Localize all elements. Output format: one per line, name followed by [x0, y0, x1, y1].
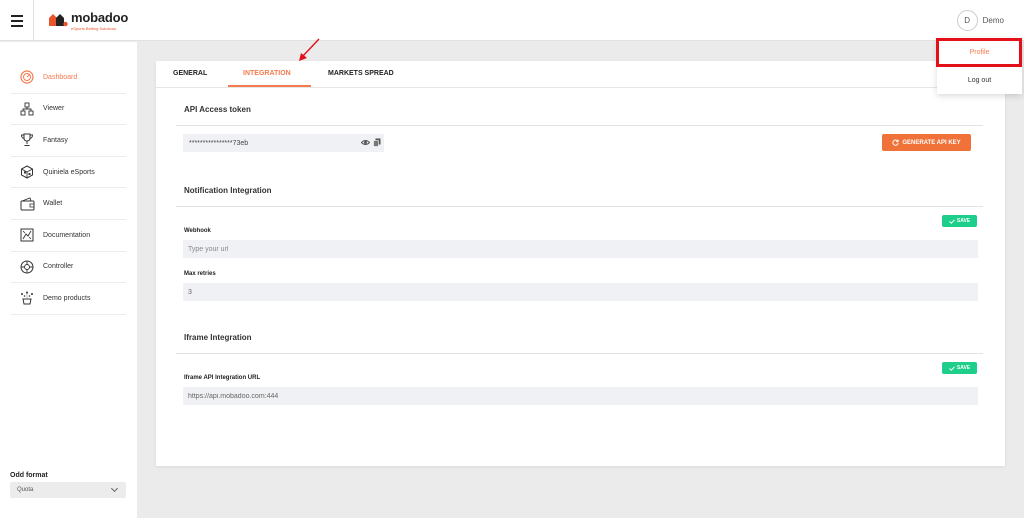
max-retries-label: Max retries	[184, 271, 216, 277]
active-tab-indicator	[228, 85, 311, 87]
user-dropdown-menu: Profile Log out	[937, 38, 1022, 94]
webhook-input[interactable]	[183, 240, 978, 258]
iframe-save-button[interactable]: SAVE	[942, 362, 977, 374]
tab-integration[interactable]: INTEGRATION	[243, 70, 291, 77]
user-name[interactable]: Demo	[983, 16, 1004, 25]
api-token-field[interactable]: ****************73eb	[183, 134, 384, 152]
user-menu[interactable]: D Demo	[956, 10, 1004, 31]
sidebar-item-documentation[interactable]: Documentation	[11, 220, 126, 252]
demo-products-icon	[19, 290, 35, 306]
odd-format-select[interactable]: Quota	[10, 482, 126, 498]
annotation-arrow-icon	[299, 38, 320, 61]
odd-format-label: Odd format	[10, 472, 48, 479]
check-icon	[949, 218, 955, 224]
sidebar: Dashboard Viewer Fantasy Quiniela eSport…	[0, 42, 137, 518]
sidebar-item-viewer[interactable]: Viewer	[11, 94, 126, 126]
sidebar-item-label: Controller	[43, 263, 74, 271]
divider	[176, 206, 983, 207]
save-label: SAVE	[956, 218, 971, 224]
hamburger-line	[10, 24, 23, 27]
iframe-url-label: Iframe API Integration URL	[184, 375, 261, 381]
sidebar-item-label: Dashboard	[43, 73, 78, 81]
sidebar-item-wallet[interactable]: Wallet	[11, 188, 126, 220]
max-retries-input[interactable]	[183, 283, 978, 301]
hamburger-line	[10, 14, 23, 17]
notification-save-button[interactable]: SAVE	[942, 215, 977, 227]
generate-api-key-button[interactable]: GENERATE API KEY	[882, 134, 971, 151]
refresh-icon	[892, 139, 899, 146]
check-icon	[949, 365, 955, 371]
eye-icon[interactable]	[361, 138, 370, 147]
top-header: mobadoo eSports Betting Solutions D Demo	[0, 0, 1024, 41]
sidebar-item-demo-products[interactable]: Demo products	[11, 283, 126, 315]
generate-api-key-label: GENERATE API KEY	[902, 139, 961, 146]
brand-logo[interactable]: mobadoo eSports Betting Solutions	[48, 11, 128, 31]
menu-toggle-button[interactable]	[0, 0, 34, 41]
sidebar-item-label: Quiniela eSports	[43, 168, 95, 176]
menu-item-logout[interactable]: Log out	[937, 66, 1022, 94]
sidebar-item-label: Demo products	[43, 294, 91, 302]
notification-section-title: Notification Integration	[184, 186, 272, 195]
settings-card: GENERAL INTEGRATION MARKETS SPREAD API A…	[156, 61, 1005, 466]
sidebar-item-label: Fantasy	[43, 136, 68, 144]
divider	[176, 125, 983, 126]
hamburger-line	[10, 19, 23, 22]
save-label: SAVE	[956, 365, 971, 371]
copy-icon[interactable]	[373, 138, 381, 147]
odd-format-value: Quota	[17, 487, 34, 493]
trophy-icon	[19, 132, 35, 148]
logo-tagline: eSports Betting Solutions	[71, 26, 116, 31]
dashboard-icon	[19, 69, 35, 85]
logo-mark-icon	[49, 14, 68, 27]
sidebar-item-label: Viewer	[43, 105, 65, 113]
viewer-icon	[19, 101, 35, 117]
divider	[176, 353, 983, 354]
tab-bar: GENERAL INTEGRATION MARKETS SPREAD	[156, 61, 1005, 88]
sidebar-nav: Dashboard Viewer Fantasy Quiniela eSport…	[11, 62, 126, 315]
logo-name: mobadoo	[71, 10, 129, 25]
iframe-section-title: Iframe Integration	[184, 333, 252, 342]
sidebar-item-fantasy[interactable]: Fantasy	[11, 125, 126, 157]
sidebar-item-dashboard[interactable]: Dashboard	[11, 62, 126, 94]
chevron-down-icon	[110, 484, 119, 493]
avatar[interactable]: D	[956, 10, 978, 31]
api-section-title: API Access token	[184, 105, 251, 114]
controller-icon	[19, 259, 35, 275]
cube-icon	[19, 164, 35, 180]
wallet-icon	[19, 196, 35, 212]
sidebar-item-label: Wallet	[43, 200, 63, 208]
webhook-label: Webhook	[184, 228, 211, 234]
api-token-value: ****************73eb	[189, 139, 249, 147]
iframe-url-input[interactable]	[183, 387, 978, 405]
menu-item-profile[interactable]: Profile	[937, 38, 1022, 66]
sidebar-item-controller[interactable]: Controller	[11, 252, 126, 284]
sidebar-item-label: Documentation	[43, 231, 91, 239]
tab-general[interactable]: GENERAL	[173, 70, 207, 77]
tab-markets-spread[interactable]: MARKETS SPREAD	[328, 70, 394, 77]
documentation-icon	[19, 227, 35, 243]
sidebar-item-quiniela-esports[interactable]: Quiniela eSports	[11, 157, 126, 189]
